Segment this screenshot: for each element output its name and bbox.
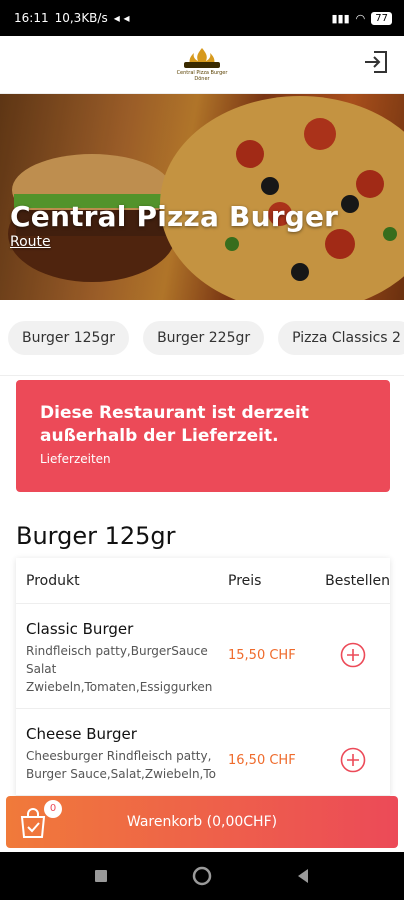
product-description: Cheesburger Rindfleisch patty, Burger Sa… <box>26 749 216 781</box>
column-product: Produkt <box>26 572 80 589</box>
section-title: Burger 125gr <box>16 522 176 550</box>
column-price: Preis <box>228 572 262 589</box>
status-time: 16:11 <box>14 11 49 25</box>
add-to-cart-icon[interactable] <box>340 642 366 668</box>
category-tabs: Burger 125gr Burger 225gr Pizza Classics… <box>0 300 404 376</box>
add-to-cart-icon[interactable] <box>340 747 366 773</box>
app-header: Central Pizza Burger Döner <box>0 36 404 94</box>
cart-button[interactable]: 0 Warenkorb (0,00CHF) <box>6 796 398 848</box>
column-order: Bestellen <box>325 572 390 589</box>
closed-alert: Diese Restaurant ist derzeit außerhalb d… <box>16 380 390 492</box>
cart-count-badge: 0 <box>44 800 62 818</box>
home-icon[interactable] <box>192 866 212 886</box>
product-price: 16,50 CHF <box>228 753 296 768</box>
hero-food-image <box>0 94 404 300</box>
battery-level: 77 <box>371 11 392 25</box>
cart-label: Warenkorb (0,00CHF) <box>126 814 278 830</box>
notification-icons: ◂ ◂ <box>113 11 130 25</box>
table-header: Produkt Preis Bestellen <box>16 558 390 604</box>
recent-apps-icon[interactable] <box>94 869 108 883</box>
category-chip[interactable]: Pizza Classics 2 <box>278 320 404 355</box>
table-row: Classic Burger Rindfleisch patty,BurgerS… <box>16 604 390 709</box>
product-price: 15,50 CHF <box>228 648 296 663</box>
route-link[interactable]: Route <box>10 234 51 250</box>
hero-banner: Central Pizza Burger Route <box>0 94 404 300</box>
product-name: Cheese Burger <box>26 725 137 743</box>
category-chip[interactable]: Burger 125gr <box>8 320 130 355</box>
logo-text: Central Pizza Burger Döner <box>176 70 228 82</box>
category-chip[interactable]: Burger 225gr <box>143 320 265 355</box>
back-icon[interactable] <box>296 868 310 884</box>
status-network-speed: 10,3KB/s <box>54 11 108 25</box>
product-name: Classic Burger <box>26 620 134 638</box>
product-table: Produkt Preis Bestellen Classic Burger R… <box>16 558 390 796</box>
menu-content: Diese Restaurant ist derzeit außerhalb d… <box>0 376 404 796</box>
product-description: Rindfleisch patty,BurgerSauce Salat Zwie… <box>26 644 213 694</box>
status-bar: 16:11 10,3KB/s ◂ ◂ ▮▮▮ ◠ 77 <box>0 0 404 36</box>
table-row: Cheese Burger Cheesburger Rindfleisch pa… <box>16 709 390 796</box>
signal-icon: ▮▮▮ <box>331 11 350 25</box>
restaurant-name: Central Pizza Burger <box>10 200 339 233</box>
wifi-icon: ◠ <box>355 11 366 25</box>
delivery-times-link[interactable]: Lieferzeiten <box>40 452 366 466</box>
restaurant-logo[interactable]: Central Pizza Burger Döner <box>176 45 228 85</box>
system-navigation-bar <box>0 852 404 900</box>
login-icon[interactable] <box>362 48 390 76</box>
alert-title: Diese Restaurant ist derzeit außerhalb d… <box>40 403 309 446</box>
logo-flame-icon <box>184 48 220 68</box>
